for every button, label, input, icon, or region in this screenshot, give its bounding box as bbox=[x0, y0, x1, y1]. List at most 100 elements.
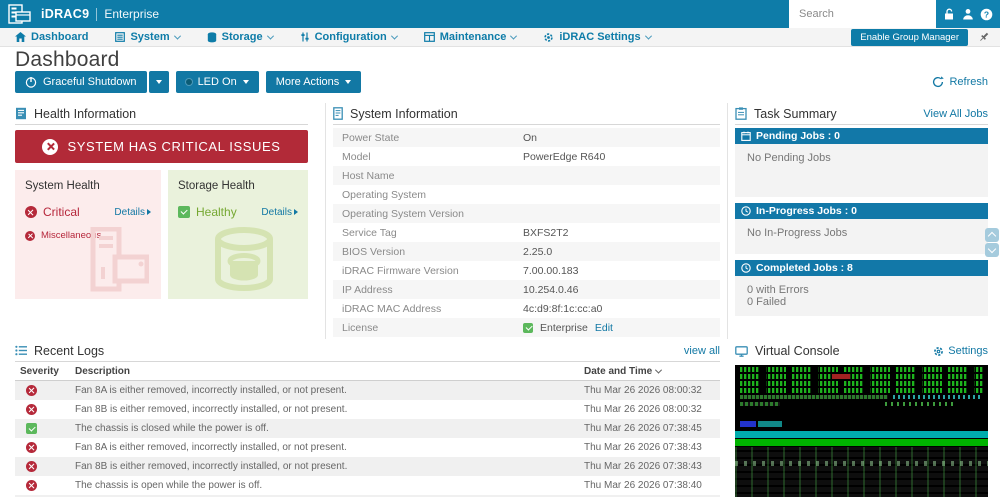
info-value: 2.25.0 bbox=[523, 246, 552, 258]
license-edit-link[interactable]: Edit bbox=[595, 322, 613, 334]
caret-down-icon bbox=[345, 80, 351, 84]
log-datetime: Thu Mar 26 2026 07:38:40 bbox=[584, 480, 720, 491]
nav-item-storage[interactable]: Storage bbox=[207, 31, 273, 43]
pending-jobs-label: Pending Jobs : 0 bbox=[756, 130, 840, 142]
critical-status-icon bbox=[25, 231, 35, 241]
info-value: 4c:d9:8f:1c:cc:a0 bbox=[523, 303, 602, 315]
critical-issues-banner[interactable]: SYSTEM HAS CRITICAL ISSUES bbox=[15, 130, 308, 163]
log-description: Fan 8B is either removed, incorrectly in… bbox=[75, 404, 584, 415]
virtual-console-preview[interactable] bbox=[735, 365, 988, 497]
console-column-header-bar bbox=[735, 431, 988, 438]
brand-name: iDRAC9 bbox=[41, 7, 89, 21]
search-box bbox=[789, 0, 936, 28]
info-label: License bbox=[333, 322, 523, 334]
help-icon[interactable]: ? bbox=[980, 8, 993, 21]
nav-item-maintenance[interactable]: Maintenance bbox=[424, 31, 517, 43]
scroll-up-button[interactable] bbox=[985, 228, 999, 242]
grid-icon bbox=[424, 32, 435, 42]
nav-item-dashboard[interactable]: Dashboard bbox=[15, 31, 88, 43]
completed-jobs-label: Completed Jobs : 8 bbox=[756, 262, 853, 274]
log-row[interactable]: The chassis is closed while the power is… bbox=[15, 419, 720, 438]
severity-icon bbox=[26, 461, 37, 472]
pin-icon[interactable] bbox=[978, 31, 990, 43]
gear-icon bbox=[543, 32, 554, 43]
logs-table-body: Fan 8A is either removed, incorrectly in… bbox=[15, 381, 720, 497]
scroll-down-button[interactable] bbox=[985, 243, 999, 257]
user-icon[interactable] bbox=[962, 8, 974, 20]
critical-circle-x-icon bbox=[42, 139, 58, 155]
info-label: BIOS Version bbox=[333, 246, 523, 258]
system-health-title: System Health bbox=[25, 180, 151, 192]
in-progress-jobs-header[interactable]: In-Progress Jobs : 0 bbox=[735, 203, 988, 219]
completed-jobs-body: 0 with Errors 0 Failed bbox=[735, 276, 988, 316]
health-information-panel: Health Information SYSTEM HAS CRITICAL I… bbox=[15, 103, 308, 299]
severity-icon bbox=[26, 480, 37, 491]
logs-view-all-link[interactable]: view all bbox=[684, 345, 720, 357]
critical-banner-text: SYSTEM HAS CRITICAL ISSUES bbox=[67, 139, 280, 154]
led-on-label: LED On bbox=[198, 76, 237, 88]
info-label: Operating System Version bbox=[333, 208, 523, 220]
caret-down-icon bbox=[156, 80, 162, 84]
column-divider bbox=[727, 103, 728, 339]
unlock-icon[interactable] bbox=[943, 8, 955, 20]
brand-edition: Enterprise bbox=[104, 7, 159, 21]
nav-item-configuration[interactable]: Configuration bbox=[300, 31, 397, 43]
pending-jobs-empty: No Pending Jobs bbox=[747, 152, 831, 164]
log-row[interactable]: Fan 8B is either removed, incorrectly in… bbox=[15, 400, 720, 419]
nav-item-system[interactable]: System bbox=[115, 31, 179, 43]
page-scroll-widget bbox=[985, 228, 999, 257]
completed-jobs-header[interactable]: Completed Jobs : 8 bbox=[735, 260, 988, 276]
graceful-shutdown-button[interactable]: Graceful Shutdown bbox=[15, 71, 147, 93]
search-input[interactable] bbox=[789, 8, 941, 20]
health-information-title: Health Information bbox=[34, 107, 136, 121]
pending-jobs-section: Pending Jobs : 0 No Pending Jobs bbox=[735, 128, 988, 197]
graceful-shutdown-dropdown-button[interactable] bbox=[149, 71, 169, 93]
console-settings-link[interactable]: Settings bbox=[933, 345, 988, 357]
led-on-button[interactable]: LED On bbox=[176, 71, 259, 93]
home-icon bbox=[15, 32, 26, 42]
system-health-status: Critical bbox=[43, 205, 80, 219]
pending-jobs-header[interactable]: Pending Jobs : 0 bbox=[735, 128, 988, 144]
console-tab bbox=[758, 421, 782, 427]
info-label: Model bbox=[333, 151, 523, 163]
info-value: 10.254.0.46 bbox=[523, 284, 578, 296]
in-progress-jobs-body: No In-Progress Jobs bbox=[735, 219, 988, 254]
severity-icon bbox=[26, 385, 37, 396]
system-info-row: iDRAC MAC Address 4c:d9:8f:1c:cc:a0 bbox=[333, 299, 720, 318]
log-row[interactable]: Fan 8A is either removed, incorrectly in… bbox=[15, 438, 720, 457]
refresh-link[interactable]: Refresh bbox=[932, 76, 988, 88]
caret-down-icon bbox=[243, 80, 249, 84]
sliders-icon bbox=[300, 32, 310, 42]
column-severity[interactable]: Severity bbox=[15, 366, 75, 377]
task-summary-panel: Task Summary View All Jobs Pending Jobs … bbox=[735, 103, 988, 316]
chevron-down-icon bbox=[391, 32, 398, 39]
log-description: The chassis is closed while the power is… bbox=[75, 423, 584, 434]
info-label: IP Address bbox=[333, 284, 523, 296]
console-cpu-meter-row bbox=[740, 367, 983, 372]
sort-caret-icon bbox=[655, 366, 662, 373]
completed-jobs-failed: 0 Failed bbox=[747, 296, 976, 308]
top-icon-group: ? bbox=[936, 0, 1000, 28]
log-row[interactable]: The chassis is open while the power is o… bbox=[15, 476, 720, 495]
health-info-icon bbox=[15, 107, 27, 120]
nav-label: Maintenance bbox=[440, 31, 507, 43]
log-row[interactable]: Fan 8A is either removed, incorrectly in… bbox=[15, 381, 720, 400]
in-progress-jobs-empty: No In-Progress Jobs bbox=[747, 227, 847, 239]
column-description[interactable]: Description bbox=[75, 366, 584, 377]
storage-health-details-link[interactable]: Details bbox=[261, 207, 298, 218]
healthy-status-icon bbox=[178, 206, 190, 218]
column-datetime[interactable]: Date and Time bbox=[584, 366, 720, 377]
console-cpu-meter-row bbox=[740, 388, 983, 393]
log-description: Fan 8B is either removed, incorrectly in… bbox=[75, 461, 584, 472]
log-row[interactable]: Fan 8B is either removed, incorrectly in… bbox=[15, 457, 720, 476]
system-health-details-link[interactable]: Details bbox=[114, 207, 151, 218]
enable-group-manager-button[interactable]: Enable Group Manager bbox=[851, 29, 968, 46]
calendar-icon bbox=[741, 131, 751, 141]
more-actions-button[interactable]: More Actions bbox=[266, 71, 362, 93]
column-divider bbox=[325, 103, 326, 339]
refresh-label: Refresh bbox=[949, 76, 988, 88]
log-description: Fan 8A is either removed, incorrectly in… bbox=[75, 385, 584, 396]
nav-item-idrac-settings[interactable]: iDRAC Settings bbox=[543, 31, 650, 43]
server-icon bbox=[115, 32, 125, 42]
view-all-jobs-link[interactable]: View All Jobs bbox=[923, 108, 988, 120]
